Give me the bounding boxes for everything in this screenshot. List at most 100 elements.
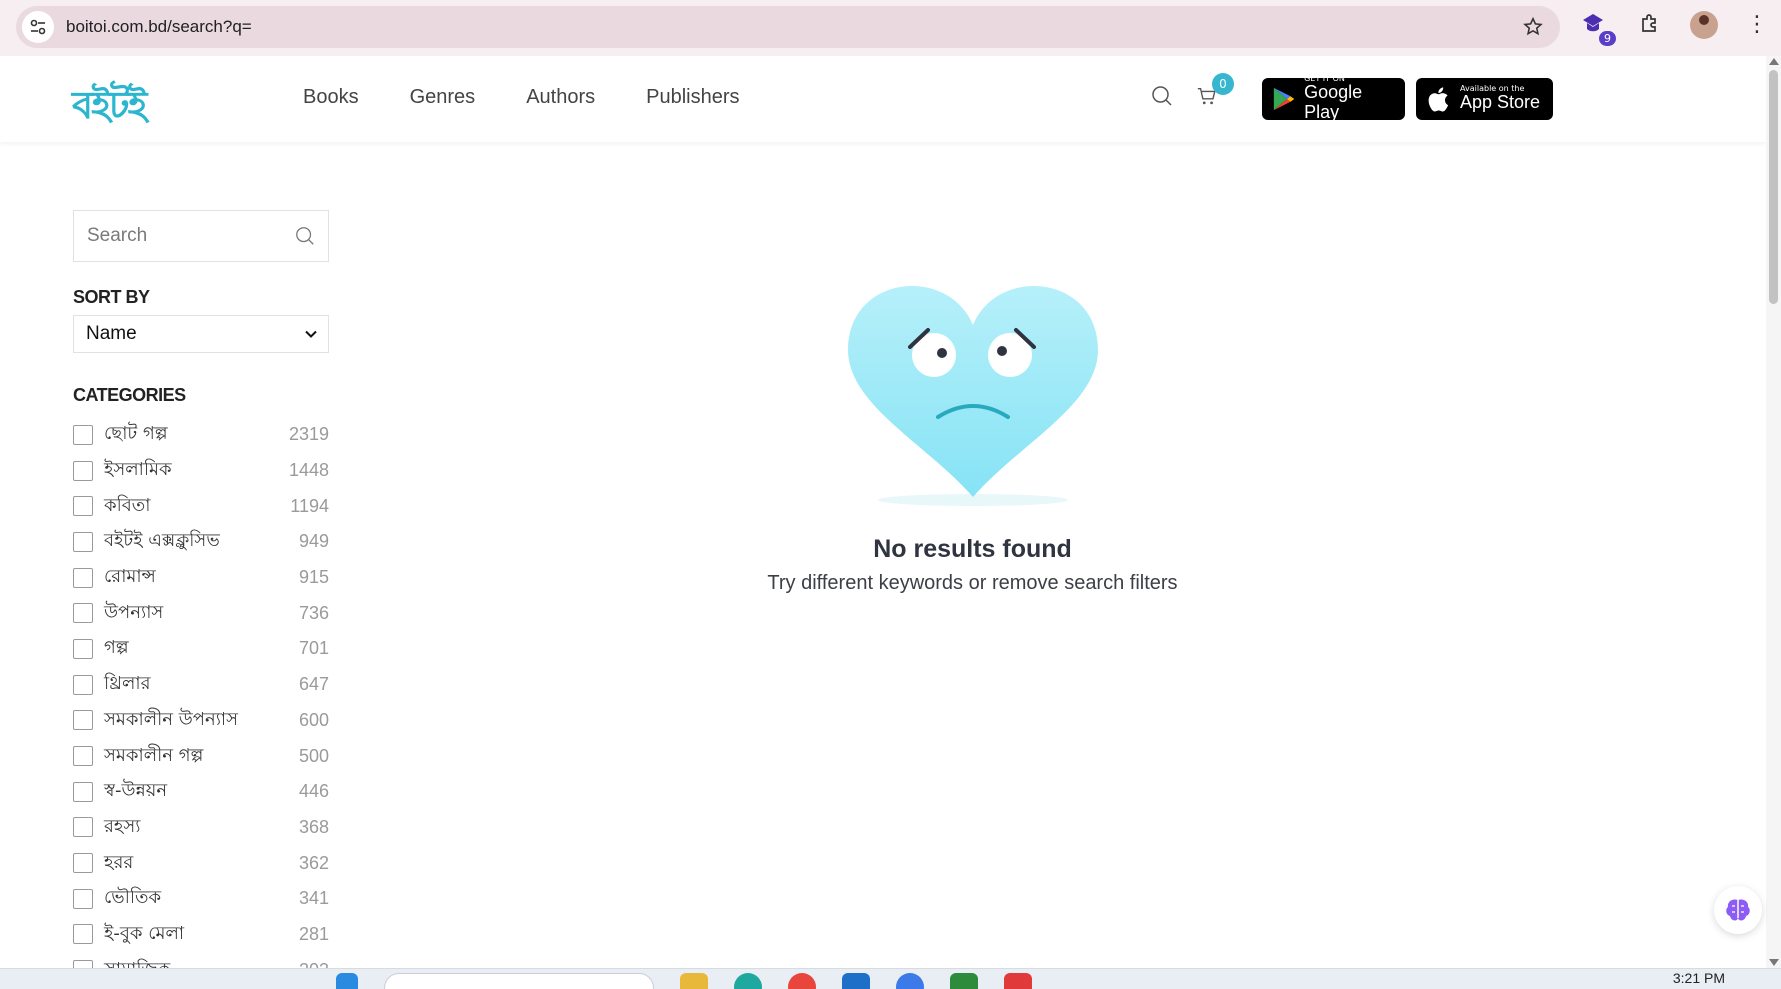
scroll-up-arrow-icon[interactable] xyxy=(1769,58,1779,65)
page-scrollbar[interactable] xyxy=(1766,56,1781,968)
category-label: রহস্য xyxy=(104,815,141,837)
chrome-icon[interactable] xyxy=(788,973,816,989)
category-count: 600 xyxy=(298,709,329,730)
category-item[interactable]: উপন্যাস 736 xyxy=(73,595,329,631)
search-icon[interactable] xyxy=(1150,84,1174,112)
sort-select-value: Name xyxy=(86,323,137,344)
category-item[interactable]: ভৌতিক 341 xyxy=(73,881,329,917)
category-checkbox[interactable] xyxy=(73,853,93,874)
category-checkbox[interactable] xyxy=(73,531,93,552)
site-info-icon[interactable] xyxy=(22,11,54,43)
category-item[interactable]: রোমান্স 915 xyxy=(73,560,329,596)
category-label: সমকালীন গল্প xyxy=(104,744,204,766)
category-item[interactable]: সমকালীন গল্প 500 xyxy=(73,738,329,774)
category-count: 1448 xyxy=(288,460,329,481)
category-count: 1194 xyxy=(290,495,329,516)
scroll-down-arrow-icon[interactable] xyxy=(1769,959,1779,966)
store-icon[interactable] xyxy=(842,973,870,989)
category-count: 2319 xyxy=(288,424,329,445)
category-checkbox[interactable] xyxy=(73,781,93,802)
category-item[interactable]: রহস্য 368 xyxy=(73,810,329,846)
file-explorer-icon[interactable] xyxy=(680,973,708,989)
categories-heading: CATEGORIES xyxy=(73,385,186,405)
category-checkbox[interactable] xyxy=(73,496,93,517)
category-checkbox[interactable] xyxy=(73,888,93,909)
app-icon-3[interactable] xyxy=(1004,973,1032,989)
category-checkbox[interactable] xyxy=(73,674,93,695)
google-play-icon xyxy=(1273,87,1295,111)
category-label: কবিতা xyxy=(104,494,151,516)
category-label: থ্রিলার xyxy=(104,673,151,695)
category-list: ছোট গল্প 2319 ইসলামিক 1448 কবিতা 1194 বইটই এক্… xyxy=(73,417,329,988)
browser-menu-icon[interactable]: ⋮ xyxy=(1746,14,1768,36)
nav-authors[interactable]: Authors xyxy=(526,86,595,109)
nav-books[interactable]: Books xyxy=(303,86,359,109)
app-icon[interactable] xyxy=(896,973,924,989)
category-item[interactable]: ছোট গল্প 2319 xyxy=(73,417,329,453)
category-count: 647 xyxy=(298,674,329,695)
category-count: 341 xyxy=(298,888,329,909)
empty-state-subtitle: Try different keywords or remove search … xyxy=(767,572,1178,594)
bookmark-star-icon[interactable] xyxy=(1522,16,1544,42)
category-count: 281 xyxy=(298,923,329,944)
browser-chrome: boitoi.com.bd/search?q= 9 ⋮ xyxy=(0,0,1781,56)
category-count: 701 xyxy=(298,638,329,659)
extension-badge: 9 xyxy=(1599,31,1616,46)
windows-start-icon[interactable] xyxy=(336,973,358,989)
cart-button[interactable]: 0 xyxy=(1196,73,1234,111)
sad-heart-illustration xyxy=(838,265,1108,506)
category-checkbox[interactable] xyxy=(73,603,93,624)
app-store-button[interactable]: Available on the App Store xyxy=(1416,78,1553,120)
nav-genres[interactable]: Genres xyxy=(410,86,476,109)
assistant-brain-button[interactable] xyxy=(1714,886,1762,934)
category-checkbox[interactable] xyxy=(73,460,93,481)
empty-state: No results found Try different keywords … xyxy=(760,265,1185,595)
category-checkbox[interactable] xyxy=(73,746,93,767)
category-item[interactable]: থ্রিলার 647 xyxy=(73,667,329,703)
category-checkbox[interactable] xyxy=(73,710,93,731)
edge-icon[interactable] xyxy=(734,973,762,989)
category-count: 500 xyxy=(298,745,329,766)
extension-icon[interactable]: 9 xyxy=(1580,10,1616,46)
google-play-big: Google Play xyxy=(1304,82,1363,122)
nav-publishers[interactable]: Publishers xyxy=(646,86,739,109)
chevron-down-icon xyxy=(305,330,317,338)
apple-icon xyxy=(1428,87,1449,112)
category-checkbox[interactable] xyxy=(73,924,93,945)
cart-count-badge: 0 xyxy=(1212,73,1234,95)
url-text[interactable]: boitoi.com.bd/search?q= xyxy=(66,17,252,37)
category-count: 368 xyxy=(298,816,329,837)
category-checkbox[interactable] xyxy=(73,817,93,838)
category-label: ইসলামিক xyxy=(104,459,172,481)
category-item[interactable]: ই-বুক মেলা 281 xyxy=(73,917,329,953)
taskbar-search[interactable] xyxy=(384,973,654,989)
category-checkbox[interactable] xyxy=(73,424,93,445)
category-checkbox[interactable] xyxy=(73,638,93,659)
address-bar[interactable]: boitoi.com.bd/search?q= xyxy=(16,6,1560,48)
profile-avatar[interactable] xyxy=(1690,11,1718,39)
app-icon-2[interactable] xyxy=(950,973,978,989)
category-item[interactable]: সমকালীন উপন্যাস 600 xyxy=(73,703,329,739)
extensions-puzzle-icon[interactable] xyxy=(1638,11,1662,39)
category-label: রোমান্স xyxy=(104,566,156,588)
category-item[interactable]: হরর 362 xyxy=(73,845,329,881)
category-item[interactable]: বইটই এক্সক্লুসিভ 949 xyxy=(73,524,329,560)
category-label: ভৌতিক xyxy=(104,887,162,909)
google-play-button[interactable]: GET IT ON Google Play xyxy=(1262,75,1405,122)
scrollbar-thumb[interactable] xyxy=(1769,70,1778,304)
category-item[interactable]: গল্প 701 xyxy=(73,631,329,667)
category-checkbox[interactable] xyxy=(73,567,93,588)
category-label: ই-বুক মেলা xyxy=(104,922,185,944)
sidebar-search-icon[interactable] xyxy=(294,225,316,251)
sort-select[interactable]: Name xyxy=(73,315,329,353)
site-logo[interactable]: বইটই xyxy=(72,76,147,140)
category-item[interactable]: ইসলামিক 1448 xyxy=(73,453,329,489)
sidebar-search-input[interactable] xyxy=(74,225,284,247)
category-label: ছোট গল্প xyxy=(104,423,168,445)
category-item[interactable]: স্ব-উন্নয়ন 446 xyxy=(73,774,329,810)
category-item[interactable]: কবিতা 1194 xyxy=(73,488,329,524)
category-count: 736 xyxy=(298,602,329,623)
category-label: স্ব-উন্নয়ন xyxy=(104,780,168,802)
category-count: 915 xyxy=(298,567,329,588)
taskbar-clock: 3:21 PM xyxy=(1672,970,1725,986)
